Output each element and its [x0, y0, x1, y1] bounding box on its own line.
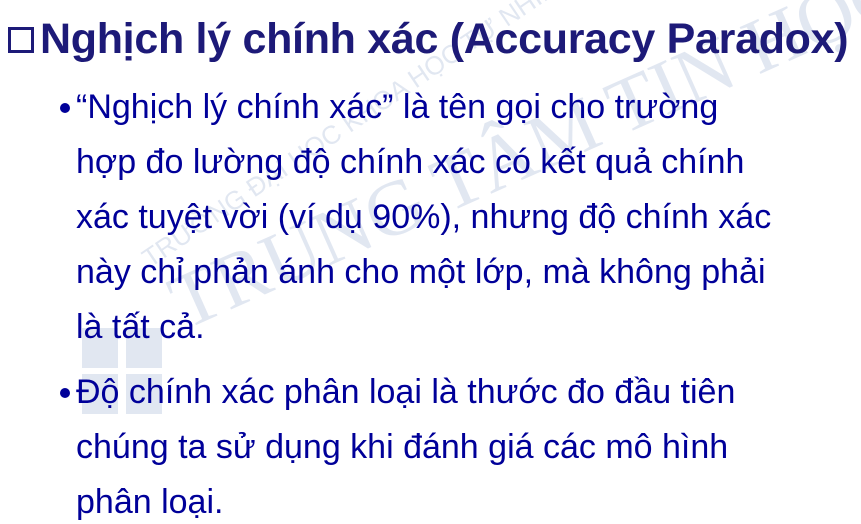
heading-text: Nghịch lý chính xác (Accuracy Paradox): [40, 14, 849, 63]
bullet-line: “Nghịch lý chính xác” là tên gọi cho trư…: [76, 88, 719, 126]
bullet-line: này chỉ phản ánh cho một lớp, mà không p…: [76, 253, 766, 291]
bullet-dot-icon: [60, 388, 70, 398]
slide: TRUNG TÂM TIN HỌC TRƯỜNG ĐẠI HỌC KHOA HỌ…: [0, 0, 861, 524]
bullet-line: xác tuyệt vời (ví dụ 90%), nhưng độ chín…: [76, 198, 772, 236]
bullet-item-2: Độ chính xác phân loại là thước đo đầu t…: [60, 365, 848, 524]
slide-heading: Nghịch lý chính xác (Accuracy Paradox): [8, 6, 849, 72]
bullet-line: phân loại.: [76, 483, 224, 521]
bullet-line: là tất cả.: [76, 308, 205, 346]
bullet-item-1: “Nghịch lý chính xác” là tên gọi cho trư…: [60, 80, 848, 355]
bullet-line: chúng ta sử dụng khi đánh giá các mô hìn…: [76, 428, 729, 466]
bullet-line: Độ chính xác phân loại là thước đo đầu t…: [76, 373, 736, 411]
square-bullet-icon: [8, 27, 34, 53]
bullet-dot-icon: [60, 103, 70, 113]
bullet-line: hợp đo lường độ chính xác có kết quả chí…: [76, 143, 745, 181]
